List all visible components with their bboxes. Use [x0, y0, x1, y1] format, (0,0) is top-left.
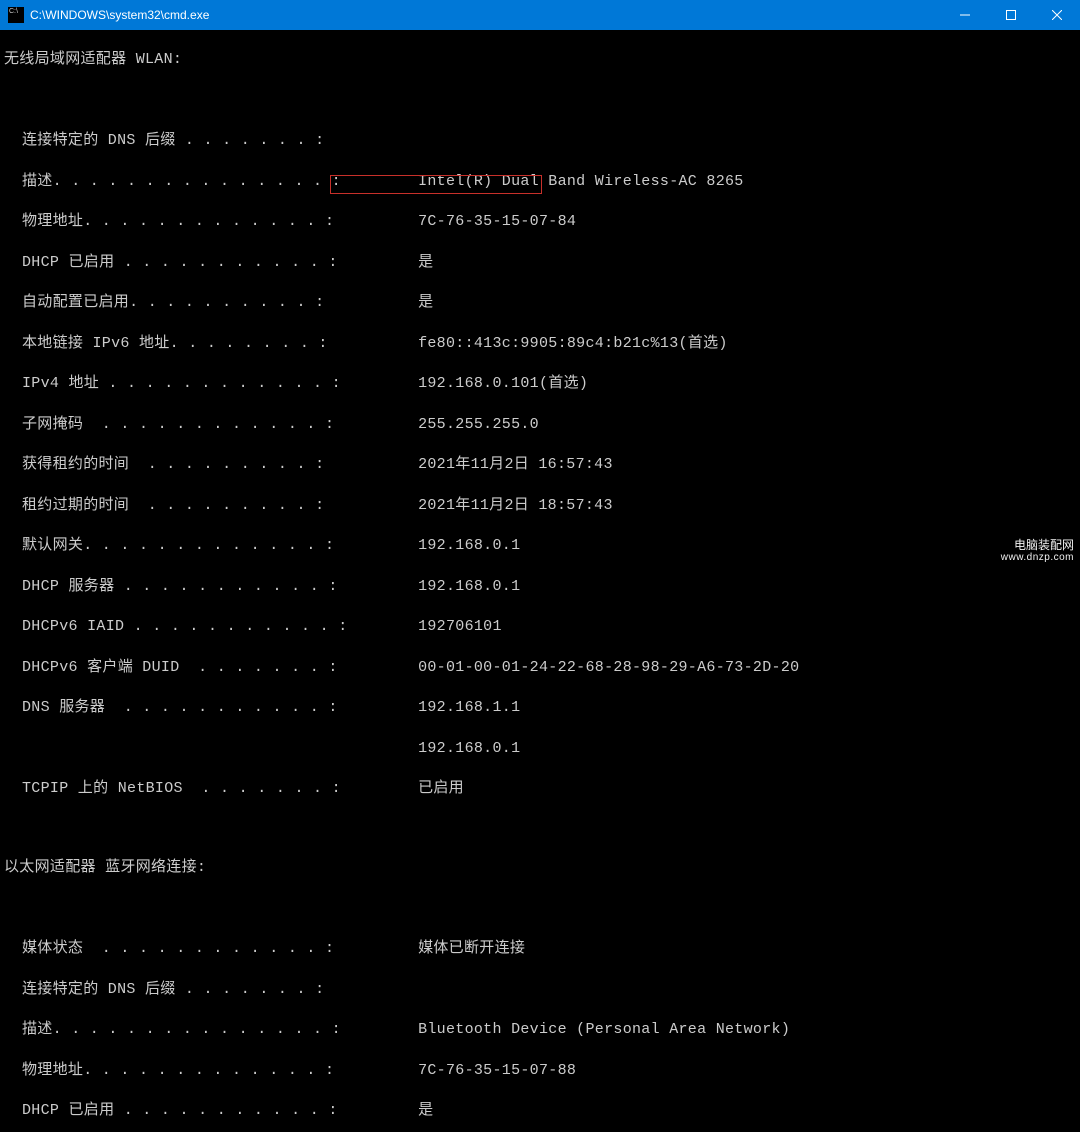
dhcp-server-label: DHCP 服务器 . . . . . . . . . . . : [22, 577, 418, 597]
netbios-label: TCPIP 上的 NetBIOS . . . . . . . : [22, 779, 418, 799]
dhcp-enabled-label: DHCP 已启用 . . . . . . . . . . . : [22, 253, 418, 273]
physical-address-label: 物理地址. . . . . . . . . . . . . : [22, 212, 418, 232]
dns-suffix-label: 连接特定的 DNS 后缀 . . . . . . . : [22, 131, 418, 151]
dhcp-server-value: 192.168.0.1 [418, 577, 520, 597]
dns-server-label: DNS 服务器 . . . . . . . . . . . : [22, 698, 418, 718]
dns-server-value-2: 192.168.0.1 [418, 739, 520, 759]
ipv6-local-label: 本地链接 IPv6 地址. . . . . . . . : [22, 334, 418, 354]
watermark-text: 电脑装配网 [1001, 538, 1074, 552]
bt-description-label: 描述. . . . . . . . . . . . . . . : [22, 1020, 418, 1040]
subnet-mask-label: 子网掩码 . . . . . . . . . . . . : [22, 415, 418, 435]
wlan-adapter-header: 无线局域网适配器 WLAN: [4, 50, 1076, 70]
netbios-value: 已启用 [418, 779, 464, 799]
bt-description-value: Bluetooth Device (Personal Area Network) [418, 1020, 790, 1040]
window-controls [942, 0, 1080, 30]
subnet-mask-value: 255.255.255.0 [418, 415, 539, 435]
bt-physical-address-label: 物理地址. . . . . . . . . . . . . : [22, 1061, 418, 1081]
bt-media-state-value: 媒体已断开连接 [418, 939, 525, 959]
bt-media-state-label: 媒体状态 . . . . . . . . . . . . : [22, 939, 418, 959]
dhcpv6-iaid-label: DHCPv6 IAID . . . . . . . . . . . : [22, 617, 418, 637]
window-title: C:\WINDOWS\system32\cmd.exe [30, 8, 942, 22]
watermark-url: www.dnzp.com [1001, 552, 1074, 564]
window-titlebar: C:\WINDOWS\system32\cmd.exe [0, 0, 1080, 30]
dhcp-enabled-value: 是 [418, 253, 433, 273]
autoconfig-value: 是 [418, 293, 433, 313]
dns-server-value-1: 192.168.1.1 [418, 698, 520, 718]
lease-obtained-label: 获得租约的时间 . . . . . . . . . : [22, 455, 418, 475]
dhcpv6-duid-value: 00-01-00-01-24-22-68-28-98-29-A6-73-2D-2… [418, 658, 799, 678]
ipv4-address-label: IPv4 地址 . . . . . . . . . . . . : [22, 374, 418, 394]
lease-expires-label: 租约过期的时间 . . . . . . . . . : [22, 496, 418, 516]
bt-physical-address-value: 7C-76-35-15-07-88 [418, 1061, 576, 1081]
physical-address-value: 7C-76-35-15-07-84 [418, 212, 576, 232]
bluetooth-adapter-header: 以太网适配器 蓝牙网络连接: [4, 858, 1076, 878]
terminal-output[interactable]: 无线局域网适配器 WLAN: 连接特定的 DNS 后缀 . . . . . . … [0, 30, 1080, 1132]
bt-dhcp-enabled-value: 是 [418, 1101, 433, 1121]
autoconfig-label: 自动配置已启用. . . . . . . . . . : [22, 293, 418, 313]
description-value: Intel(R) Dual Band Wireless-AC 8265 [418, 172, 744, 192]
bt-dhcp-enabled-label: DHCP 已启用 . . . . . . . . . . . : [22, 1101, 418, 1121]
maximize-button[interactable] [988, 0, 1034, 30]
lease-obtained-value: 2021年11月2日 16:57:43 [418, 455, 613, 475]
bt-dns-suffix-label: 连接特定的 DNS 后缀 . . . . . . . : [22, 980, 418, 1000]
default-gateway-value: 192.168.0.1 [418, 536, 520, 556]
ipv4-address-value: 192.168.0.101(首选) [418, 374, 588, 394]
description-label: 描述. . . . . . . . . . . . . . . : [22, 172, 418, 192]
close-button[interactable] [1034, 0, 1080, 30]
dhcpv6-iaid-value: 192706101 [418, 617, 502, 637]
ipv6-local-value: fe80::413c:9905:89c4:b21c%13(首选) [418, 334, 728, 354]
minimize-button[interactable] [942, 0, 988, 30]
watermark: 电脑装配网 www.dnzp.com [1001, 538, 1074, 564]
cmd-icon [8, 7, 24, 23]
dhcpv6-duid-label: DHCPv6 客户端 DUID . . . . . . . : [22, 658, 418, 678]
default-gateway-label: 默认网关. . . . . . . . . . . . . : [22, 536, 418, 556]
lease-expires-value: 2021年11月2日 18:57:43 [418, 496, 613, 516]
